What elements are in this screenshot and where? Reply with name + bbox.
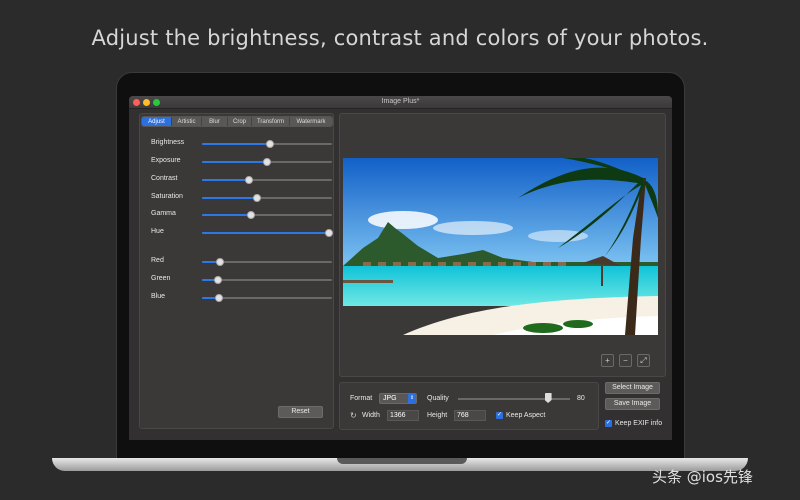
green-label: Green <box>151 275 171 282</box>
hue-slider[interactable] <box>202 229 334 237</box>
tab-bar: Adjust Artistic Blur Crop Transform Wate… <box>141 116 333 127</box>
hue-slider-fill <box>202 232 330 234</box>
gamma-slider[interactable] <box>202 211 332 219</box>
red-slider-knob[interactable] <box>216 258 225 266</box>
blue-slider-knob[interactable] <box>214 294 223 302</box>
exposure-label: Exposure <box>151 157 181 164</box>
slider-row-hue: Hue <box>149 227 334 239</box>
keep-aspect-label: Keep Aspect <box>506 412 546 419</box>
slider-row-exposure: Exposure <box>149 156 332 168</box>
brightness-label: Brightness <box>151 139 185 146</box>
exposure-slider-knob[interactable] <box>263 158 271 166</box>
format-value: JPG <box>383 395 397 402</box>
keep-aspect-checkbox[interactable]: ✓ <box>496 412 503 419</box>
contrast-label: Contrast <box>151 175 178 182</box>
quality-slider-fill <box>458 398 548 400</box>
keep-exif-checkbox[interactable]: ✓ <box>605 420 612 427</box>
headline: Adjust the brightness, contrast and colo… <box>91 26 709 50</box>
green-slider[interactable] <box>202 276 332 284</box>
tab-watermark[interactable]: Watermark <box>290 117 332 126</box>
tab-blur[interactable]: Blur <box>202 117 228 126</box>
slider-row-brightness: Brightness <box>149 138 332 150</box>
gamma-slider-fill <box>202 214 252 216</box>
tab-transform[interactable]: Transform <box>252 117 290 126</box>
saturation-slider-fill <box>202 197 257 199</box>
chevron-updown-icon: ⇕ <box>408 394 416 403</box>
brightness-slider-fill <box>202 143 270 145</box>
zoom-in-button[interactable]: + <box>601 354 614 367</box>
brightness-slider-knob[interactable] <box>265 140 274 148</box>
slider-row-red: Red <box>149 256 332 268</box>
slider-row-green: Green <box>149 274 332 286</box>
gamma-label: Gamma <box>151 210 176 217</box>
blue-label: Blue <box>151 293 166 300</box>
save-image-button[interactable]: Save Image <box>605 398 660 410</box>
reset-button[interactable]: Reset <box>278 406 323 418</box>
saturation-slider[interactable] <box>202 194 332 202</box>
contrast-slider[interactable] <box>202 176 332 184</box>
tab-artistic[interactable]: Artistic <box>172 117 202 126</box>
height-field[interactable]: 768 <box>454 410 486 421</box>
contrast-slider-fill <box>202 179 249 181</box>
hue-slider-knob[interactable] <box>325 229 334 237</box>
saturation-label: Saturation <box>151 193 183 200</box>
exposure-slider[interactable] <box>202 158 332 166</box>
red-slider[interactable] <box>202 258 332 266</box>
slider-row-contrast: Contrast <box>149 174 332 186</box>
slider-row-gamma: Gamma <box>149 209 332 221</box>
quality-slider-knob[interactable] <box>544 393 552 403</box>
height-label: Height <box>427 412 448 419</box>
quality-value: 80 <box>577 395 585 402</box>
fit-screen-button[interactable]: ⤢ <box>637 354 650 367</box>
width-label: Width <box>362 412 380 419</box>
keep-exif-label: Keep EXIF info <box>615 420 663 427</box>
width-field[interactable]: 1366 <box>387 410 419 421</box>
refresh-icon[interactable]: ↻ <box>350 411 357 420</box>
format-select[interactable]: JPG ⇕ <box>379 393 417 404</box>
red-label: Red <box>151 257 164 264</box>
slider-row-blue: Blue <box>149 292 332 304</box>
app-window: Image Plus* Adjust Artistic Blur Crop Tr… <box>129 96 672 440</box>
slider-row-saturation: Saturation <box>149 192 332 204</box>
title-bar: Image Plus* <box>129 96 672 109</box>
gamma-slider-knob[interactable] <box>247 211 256 219</box>
brightness-slider[interactable] <box>202 140 332 148</box>
blue-slider[interactable] <box>202 294 332 302</box>
exposure-slider-fill <box>202 161 267 163</box>
saturation-slider-knob[interactable] <box>252 194 261 202</box>
tab-crop[interactable]: Crop <box>228 117 252 126</box>
adjust-panel: Adjust Artistic Blur Crop Transform Wate… <box>139 113 334 429</box>
image-preview-panel: + − ⤢ <box>339 113 666 377</box>
contrast-slider-knob[interactable] <box>244 176 253 184</box>
window-title: Image Plus* <box>381 98 420 105</box>
tab-adjust[interactable]: Adjust <box>142 117 172 126</box>
green-slider-knob[interactable] <box>213 276 222 284</box>
quality-label: Quality <box>427 395 449 402</box>
beach-photo <box>343 158 658 335</box>
format-label: Format <box>350 395 373 402</box>
source-watermark: 头条 @ios先锋 <box>652 468 753 486</box>
laptop-notch <box>337 458 467 464</box>
quality-slider[interactable] <box>458 393 570 403</box>
select-image-button[interactable]: Select Image <box>605 382 660 394</box>
hue-label: Hue <box>151 228 164 235</box>
photo-preview <box>343 158 658 335</box>
zoom-out-button[interactable]: − <box>619 354 632 367</box>
output-settings-panel: Format JPG ⇕ Quality 80 ↻ Width 1366 Hei… <box>339 382 599 430</box>
